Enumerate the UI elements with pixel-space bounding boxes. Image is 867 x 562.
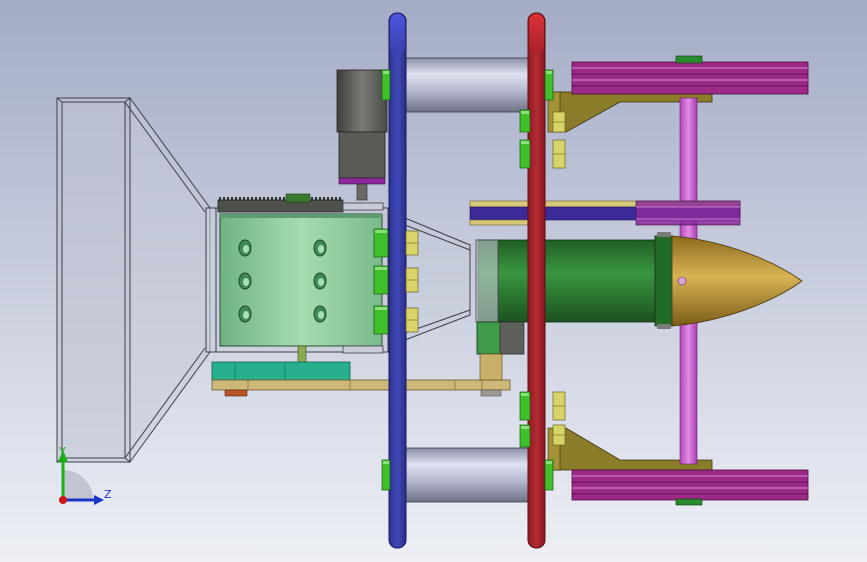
- gear-tooth: [339, 197, 341, 201]
- cad-viewport[interactable]: Y Z: [0, 0, 867, 562]
- feed-drum: [219, 213, 384, 354]
- gear-tooth: [275, 197, 277, 201]
- upper-wheel: [571, 55, 809, 95]
- upper-standoff-cylinder: [405, 57, 529, 113]
- gear-tooth: [263, 197, 265, 201]
- gear-tooth: [327, 197, 329, 201]
- bolt-highlight: [521, 426, 529, 429]
- gear-tooth: [231, 197, 233, 201]
- bolt-head: [544, 459, 554, 491]
- gear-tooth: [267, 197, 269, 201]
- drum-hole-highlight: [318, 245, 324, 253]
- lower-wheel: [571, 469, 809, 506]
- gear-tooth: [319, 197, 321, 201]
- gear-tooth: [271, 197, 273, 201]
- bolt-head: [381, 69, 391, 101]
- bolt-highlight: [375, 307, 387, 310]
- gear-tooth: [311, 197, 313, 201]
- front-plate-blue: [388, 12, 407, 549]
- bolt-highlight: [546, 461, 552, 464]
- bolt-highlight: [383, 461, 389, 464]
- bolt-highlight: [546, 71, 552, 74]
- rear-plate-red: [527, 12, 546, 549]
- gear-tooth: [255, 197, 257, 201]
- gear-tooth: [223, 197, 225, 201]
- gear-tooth: [335, 197, 337, 201]
- bolt-highlight: [375, 267, 387, 270]
- gear-tooth: [323, 197, 325, 201]
- main-shaft: [477, 232, 674, 329]
- triad-origin: [59, 496, 67, 504]
- bolt-highlight: [521, 111, 529, 114]
- bolt-head: [519, 139, 531, 169]
- gear-tooth: [259, 197, 261, 201]
- lower-standoff-cylinder: [405, 447, 529, 503]
- gear-tooth: [239, 197, 241, 201]
- bolt-highlight: [375, 230, 387, 233]
- bolt-head: [373, 305, 389, 335]
- bolt-highlight: [521, 393, 529, 396]
- bolt-highlight: [521, 141, 529, 144]
- drum-hole-highlight: [318, 311, 324, 319]
- gear-tooth: [251, 197, 253, 201]
- drum-hole-highlight: [318, 278, 324, 286]
- drum-lower-shaft: [297, 345, 307, 365]
- gear-tooth: [243, 197, 245, 201]
- drum-hole-highlight: [243, 311, 249, 319]
- gear-tooth: [219, 197, 221, 201]
- gear-tooth: [279, 197, 281, 201]
- gear-tooth: [315, 197, 317, 201]
- gear-tooth: [235, 197, 237, 201]
- bolt-head: [544, 69, 554, 101]
- bolt-head: [373, 228, 389, 258]
- z-axis-label: Z: [104, 488, 112, 501]
- bolt-head: [381, 459, 391, 491]
- bolt-head: [373, 265, 389, 295]
- y-axis-label: Y: [58, 445, 66, 458]
- drum-hole-highlight: [243, 245, 249, 253]
- gear-tooth: [331, 197, 333, 201]
- drive-motor: [336, 69, 388, 201]
- bolt-head: [519, 391, 531, 421]
- bolt-highlight: [383, 71, 389, 74]
- gear-tooth: [227, 197, 229, 201]
- drum-hole-highlight: [243, 278, 249, 286]
- assembly-view: Y Z: [0, 0, 867, 562]
- gear-tooth: [247, 197, 249, 201]
- gear-tooth: [283, 197, 285, 201]
